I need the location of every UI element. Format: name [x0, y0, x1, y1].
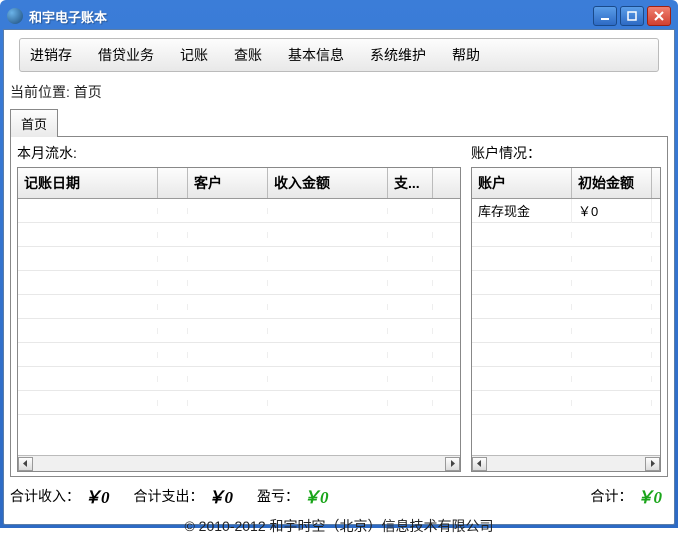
- menu-item-help[interactable]: 帮助: [448, 43, 484, 67]
- window-title: 和宇电子账本: [29, 7, 593, 26]
- breadcrumb: 当前位置: 首页: [10, 82, 668, 102]
- menu-item-lending[interactable]: 借贷业务: [94, 43, 158, 67]
- menu-item-basic-info[interactable]: 基本信息: [284, 43, 348, 67]
- col-initial[interactable]: 初始金额: [572, 168, 652, 198]
- accounts-grid-head: 账户 初始金额: [472, 168, 660, 199]
- profit-label: 盈亏：: [257, 486, 299, 506]
- scroll-right-button[interactable]: [445, 457, 460, 471]
- col-expense[interactable]: 支...: [388, 168, 433, 198]
- menubar: 进销存 借贷业务 记账 查账 基本信息 系统维护 帮助: [19, 38, 659, 72]
- close-icon: [654, 11, 664, 21]
- accounts-scrollbar[interactable]: [472, 455, 660, 471]
- maximize-button[interactable]: [620, 6, 644, 26]
- panel-accounts-title: 账户情况：: [471, 143, 661, 163]
- accounts-grid-body[interactable]: 库存现金 ￥0: [472, 199, 660, 455]
- menu-item-check[interactable]: 查账: [230, 43, 266, 67]
- sum-label: 合计：: [591, 486, 633, 506]
- titlebar[interactable]: 和宇电子账本: [3, 3, 675, 29]
- scroll-track[interactable]: [487, 457, 645, 471]
- col-customer[interactable]: 客户: [188, 168, 268, 198]
- scroll-track[interactable]: [33, 457, 445, 471]
- app-icon: [7, 8, 23, 24]
- tab-home[interactable]: 首页: [10, 109, 58, 137]
- sum-value: ￥0: [637, 483, 663, 508]
- col-income[interactable]: 收入金额: [268, 168, 388, 198]
- menu-item-bookkeeping[interactable]: 记账: [176, 43, 212, 67]
- profit-value: ￥0: [303, 483, 329, 508]
- minimize-icon: [600, 11, 610, 21]
- total-income-value: ￥0: [84, 483, 110, 508]
- arrow-left-icon: [22, 460, 29, 467]
- tabbar: 首页: [10, 108, 668, 137]
- main-panels: 本月流水: 记账日期 客户 收入金额 支...: [10, 137, 668, 477]
- monthly-flow-grid-body[interactable]: [18, 199, 460, 455]
- app-window: 和宇电子账本 进销存 借贷业务 记账 查账 基本信息 系统维护 帮助 当前位置:…: [0, 0, 678, 528]
- arrow-left-icon: [476, 460, 483, 467]
- close-button[interactable]: [647, 6, 671, 26]
- initial-cell: ￥0: [572, 199, 652, 223]
- monthly-flow-grid: 记账日期 客户 收入金额 支...: [17, 167, 461, 472]
- scroll-right-button[interactable]: [645, 457, 660, 471]
- col-account[interactable]: 账户: [472, 168, 572, 198]
- panel-monthly-flow-title: 本月流水:: [17, 143, 461, 163]
- monthly-flow-grid-head: 记账日期 客户 收入金额 支...: [18, 168, 460, 199]
- account-cell: 库存现金: [472, 199, 572, 223]
- arrow-right-icon: [649, 460, 656, 467]
- monthly-flow-scrollbar[interactable]: [18, 455, 460, 471]
- footer: © 2010-2012 和宇时空（北京）信息技术有限公司: [4, 516, 674, 536]
- client-area: 进销存 借贷业务 记账 查账 基本信息 系统维护 帮助 当前位置: 首页 首页 …: [3, 29, 675, 525]
- arrow-right-icon: [449, 460, 456, 467]
- col-date[interactable]: 记账日期: [18, 168, 158, 198]
- menu-item-maintenance[interactable]: 系统维护: [366, 43, 430, 67]
- col-blank[interactable]: [158, 168, 188, 198]
- accounts-grid: 账户 初始金额 库存现金 ￥0: [471, 167, 661, 472]
- panel-accounts: 账户情况： 账户 初始金额 库存现金 ￥0: [471, 143, 661, 472]
- breadcrumb-label: 当前位置:: [10, 84, 70, 100]
- maximize-icon: [627, 11, 637, 21]
- menu-item-inventory[interactable]: 进销存: [26, 43, 76, 67]
- panel-monthly-flow: 本月流水: 记账日期 客户 收入金额 支...: [17, 143, 461, 472]
- total-expense-value: ￥0: [208, 483, 234, 508]
- total-expense-label: 合计支出：: [134, 486, 204, 506]
- table-row[interactable]: 库存现金 ￥0: [472, 199, 660, 223]
- scroll-left-button[interactable]: [18, 457, 33, 471]
- breadcrumb-value: 首页: [74, 84, 102, 100]
- minimize-button[interactable]: [593, 6, 617, 26]
- scroll-left-button[interactable]: [472, 457, 487, 471]
- total-income-label: 合计收入：: [10, 486, 80, 506]
- totals-bar: 合计收入： ￥0 合计支出： ￥0 盈亏： ￥0 合计： ￥0: [10, 483, 668, 508]
